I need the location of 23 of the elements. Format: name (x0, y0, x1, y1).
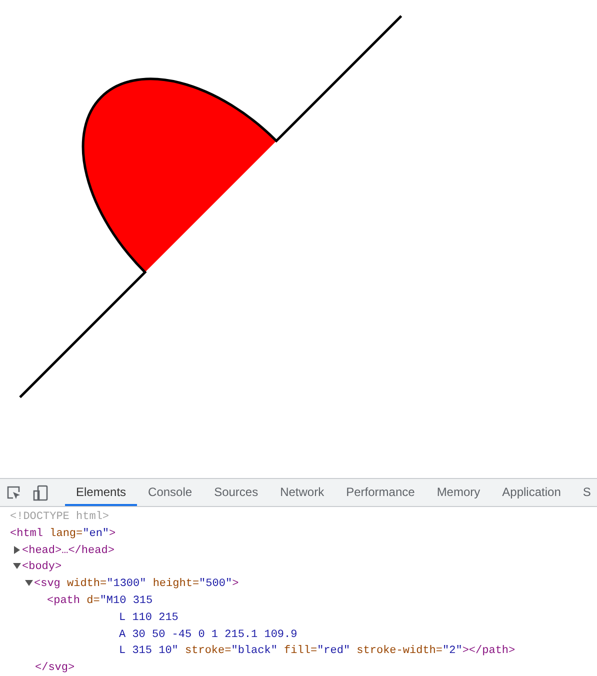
code-line: A 30 50 -45 0 1 215.1 109.9 (119, 628, 298, 643)
code-line: <body> (22, 560, 62, 576)
code-line: L 110 215 (119, 610, 178, 626)
devtools-tab[interactable]: Network (269, 479, 336, 506)
devtools-tab[interactable]: Application (491, 479, 572, 506)
code-line: </svg> (35, 661, 75, 676)
code-line: <html lang="en"> (10, 526, 116, 542)
expand-arrow-icon[interactable] (13, 546, 21, 554)
code-line: <!DOCTYPE html> (10, 510, 110, 525)
code-line: <path d="M10 315 (47, 594, 153, 609)
devtools-tab[interactable]: Console (137, 479, 204, 506)
devtools-tab[interactable]: S (572, 479, 597, 506)
collapse-arrow-icon[interactable] (25, 579, 33, 588)
collapse-arrow-icon[interactable] (13, 562, 21, 570)
devtools-tab[interactable]: Elements (65, 479, 138, 506)
inspect-element-icon[interactable] (6, 485, 21, 500)
devtools-tab[interactable]: Memory (426, 479, 492, 506)
code-line: <svg width="1300" height="500"> (34, 577, 239, 592)
code-line: L 315 10" stroke="black" fill="red" stroke-width="2"></path> (119, 644, 516, 660)
devtools-tab[interactable]: Performance (335, 479, 426, 506)
device-toolbar-icon[interactable] (33, 484, 48, 500)
devtools-tab[interactable]: Sources (203, 479, 270, 506)
code-line: <head>…</head> (22, 544, 114, 559)
